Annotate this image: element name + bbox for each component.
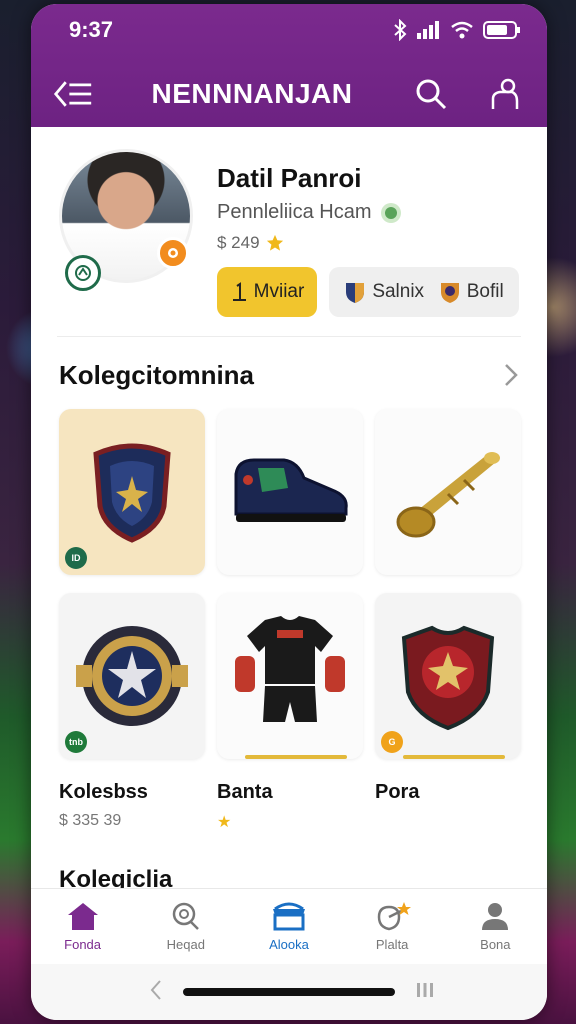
club-badge-icon xyxy=(65,255,101,291)
armor-shield-icon xyxy=(401,625,495,731)
nav-row: NENNNANJAN xyxy=(53,72,525,116)
collection-label-title: Pora xyxy=(375,781,420,803)
search-icon xyxy=(416,79,447,110)
system-recents-icon[interactable] xyxy=(415,980,435,1000)
collection-label-1[interactable]: Kolesbss $ 335 39 xyxy=(59,781,217,832)
profile-button[interactable] xyxy=(485,74,525,114)
primary-action-button[interactable]: Mviiar xyxy=(217,267,317,317)
profile-name: Datil Panroi xyxy=(217,163,362,193)
tab-trophy[interactable]: Plalta xyxy=(342,901,442,952)
card-badge: G xyxy=(381,731,403,753)
bluetooth-icon xyxy=(394,19,407,41)
collection-grid: ID tnb G xyxy=(59,409,521,759)
coins-value: $ 249 xyxy=(217,233,260,252)
chevron-right-icon[interactable] xyxy=(503,362,519,388)
number-one-icon xyxy=(232,282,246,301)
status-time: 9:37 xyxy=(69,17,114,42)
tab-label: Fonda xyxy=(64,937,102,952)
system-back-icon[interactable] xyxy=(149,978,163,1002)
profile-coins: $ 249 xyxy=(217,233,284,253)
profile-card: Datil Panroi Pennleliica Hcam $ 249 Mvii… xyxy=(57,127,521,337)
card-badge: tnb xyxy=(65,731,87,753)
secondary-action-1-label: Salnix xyxy=(372,281,425,302)
page-title: NENNNANJAN xyxy=(151,78,353,109)
jersey-kit-icon xyxy=(235,616,345,722)
tab-home[interactable]: Fonda xyxy=(33,901,133,952)
horn-icon xyxy=(396,452,500,538)
app-header: 9:37 NENNNANJAN xyxy=(31,4,547,127)
collection-header[interactable]: Kolegcitomnina xyxy=(59,355,519,395)
star-icon xyxy=(266,234,283,251)
boot-icon xyxy=(234,458,348,522)
collection-label-star: ★ xyxy=(217,814,232,831)
collection-label-title: Banta xyxy=(217,781,273,803)
tab-profile[interactable]: Bona xyxy=(445,901,545,952)
status-bar: 9:37 xyxy=(69,17,521,42)
phone-screen: 9:37 NENNNANJAN Datil Panroi Pennleliica… xyxy=(31,4,547,1020)
collection-item-medal[interactable]: tnb xyxy=(59,593,205,759)
collection-item-armor[interactable]: G xyxy=(375,593,521,759)
verified-icon xyxy=(380,202,401,223)
collection-item-kit[interactable] xyxy=(217,593,363,759)
collection-title: Kolegcitomnina xyxy=(59,359,255,390)
profile-subtitle-text: Pennleliica Hcam xyxy=(217,201,372,223)
secondary-action-2-label: Bofil xyxy=(466,281,504,302)
secondary-action-2[interactable]: Bofil xyxy=(439,280,504,304)
tab-shop[interactable]: Alooka xyxy=(239,901,339,952)
shield-badge-icon xyxy=(440,283,459,303)
collection-item-horn[interactable] xyxy=(375,409,521,575)
header-actions xyxy=(411,74,525,114)
collection-labels: Kolesbss $ 335 39 Banta ★ Pora xyxy=(59,781,519,832)
collection-item-chestplate[interactable]: ID xyxy=(59,409,205,575)
secondary-actions: Salnix Bofil xyxy=(329,267,519,317)
trophy-icon xyxy=(377,902,412,931)
back-menu-button[interactable] xyxy=(53,74,93,114)
secondary-action-1[interactable]: Salnix xyxy=(344,280,424,304)
tab-label: Alooka xyxy=(269,937,309,952)
user-icon xyxy=(491,78,519,109)
primary-action-label: Mviiar xyxy=(253,281,305,302)
collection-label-2[interactable]: Banta ★ xyxy=(217,781,375,832)
card-progress-bar xyxy=(245,755,347,759)
status-icons xyxy=(393,19,521,41)
card-progress-bar xyxy=(403,755,505,759)
level-badge-icon xyxy=(157,237,189,269)
tab-label: Bona xyxy=(480,937,511,952)
shield-chestplate-icon xyxy=(93,443,171,543)
wifi-icon xyxy=(451,21,473,39)
collection-label-3[interactable]: Pora xyxy=(375,781,533,832)
search-button[interactable] xyxy=(411,74,451,114)
collection-item-boot[interactable] xyxy=(217,409,363,575)
tab-label: Heqad xyxy=(166,937,205,952)
bottom-tab-bar: Fonda Heqad Alooka Plalta Bona xyxy=(31,888,547,964)
system-home-indicator[interactable] xyxy=(183,988,395,996)
back-menu-icon xyxy=(53,81,92,107)
signal-icon xyxy=(417,21,439,39)
tab-search[interactable]: Heqad xyxy=(136,901,236,952)
medal-badge-icon xyxy=(76,626,188,726)
collection-label-title: Kolesbss xyxy=(59,781,148,803)
search-icon xyxy=(172,902,199,930)
crest-icon xyxy=(346,283,365,303)
tab-label: Plalta xyxy=(375,937,409,952)
profile-icon xyxy=(482,903,509,930)
battery-icon xyxy=(483,21,520,39)
home-icon xyxy=(67,903,98,930)
collection-label-price: $ 335 39 xyxy=(59,812,122,829)
profile-actions: Mviiar Salnix Bofil xyxy=(217,267,519,317)
shop-icon xyxy=(272,902,305,931)
system-navigation-bar xyxy=(31,964,547,1020)
profile-subtitle: Pennleliica Hcam xyxy=(217,201,402,224)
card-badge: ID xyxy=(65,547,87,569)
